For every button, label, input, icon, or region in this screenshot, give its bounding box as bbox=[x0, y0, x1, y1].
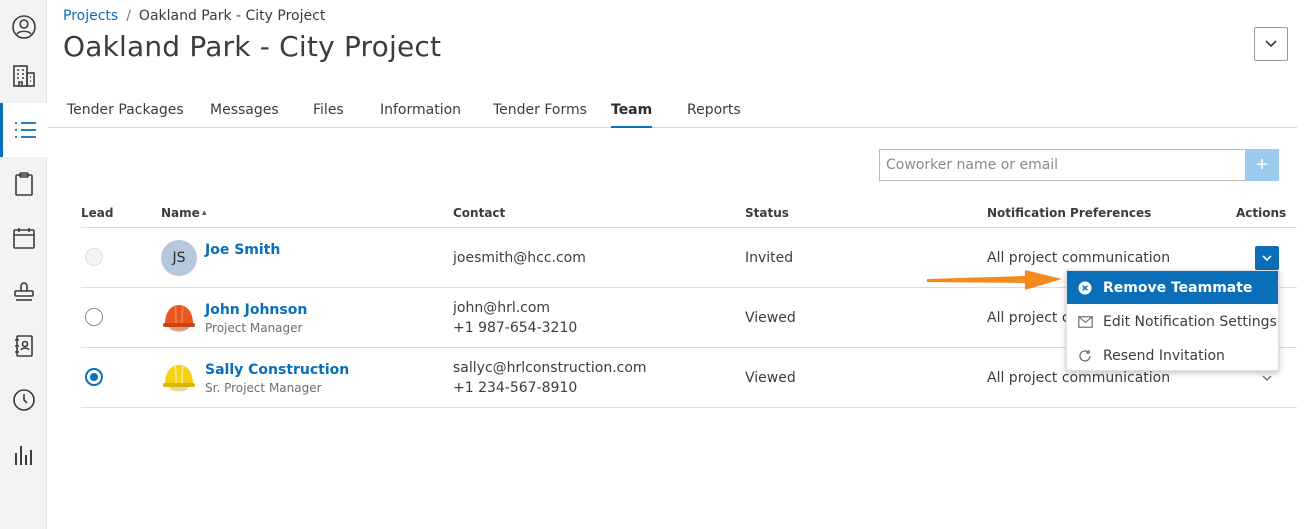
user-circle-icon bbox=[11, 15, 36, 39]
notification-preference: All project c bbox=[987, 310, 1070, 326]
column-header-lead: Lead bbox=[81, 206, 114, 220]
column-header-notifications: Notification Preferences bbox=[987, 206, 1152, 220]
tab-messages[interactable]: Messages bbox=[210, 102, 279, 128]
menu-item-label: Remove Teammate bbox=[1103, 279, 1253, 296]
breadcrumb-current: Oakland Park - City Project bbox=[138, 8, 326, 24]
sort-ascending-icon[interactable]: ▴ bbox=[202, 208, 207, 218]
tab-team[interactable]: Team bbox=[611, 102, 653, 128]
contact-email: sallyc@hrlconstruction.com bbox=[453, 360, 647, 376]
teammate-name-link[interactable]: Sally Construction bbox=[205, 362, 349, 378]
sidebar-item-projects[interactable] bbox=[0, 103, 47, 157]
column-header-contact: Contact bbox=[453, 206, 506, 220]
tab-reports[interactable]: Reports bbox=[687, 102, 741, 128]
stamp-icon bbox=[13, 282, 34, 301]
edit-notification-settings-menu-item[interactable]: Edit Notification Settings bbox=[1067, 305, 1278, 338]
coworker-search-input[interactable] bbox=[879, 149, 1245, 181]
orange-hardhat-icon bbox=[161, 300, 197, 336]
resend-invitation-menu-item[interactable]: Resend Invitation bbox=[1067, 339, 1278, 372]
sidebar-item-companies[interactable] bbox=[0, 49, 47, 103]
teammate-name-link[interactable]: Joe Smith bbox=[205, 242, 280, 258]
row-actions-menu: Remove Teammate Edit Notification Settin… bbox=[1066, 270, 1279, 371]
sidebar-item-approvals[interactable] bbox=[0, 265, 47, 319]
menu-item-label: Resend Invitation bbox=[1103, 347, 1225, 364]
row-actions-button[interactable] bbox=[1255, 246, 1279, 270]
chevron-down-icon bbox=[1262, 255, 1272, 262]
calendar-icon bbox=[12, 228, 35, 249]
column-header-actions: Actions bbox=[1236, 206, 1287, 220]
lead-radio[interactable] bbox=[85, 368, 103, 386]
teammate-role: Sr. Project Manager bbox=[205, 381, 322, 395]
yellow-hardhat-icon bbox=[161, 360, 197, 396]
contact-email: john@hrl.com bbox=[453, 300, 551, 316]
table-divider bbox=[81, 407, 1297, 408]
tab-tender-packages[interactable]: Tender Packages bbox=[67, 102, 184, 128]
sidebar-item-tasks[interactable] bbox=[0, 157, 47, 211]
teammate-name-link[interactable]: John Johnson bbox=[205, 302, 307, 318]
sidebar-item-profile[interactable] bbox=[0, 0, 47, 54]
refresh-icon bbox=[1077, 348, 1093, 364]
building-icon bbox=[12, 65, 35, 87]
list-icon bbox=[15, 122, 36, 138]
status-text: Viewed bbox=[745, 310, 796, 326]
remove-circle-icon bbox=[1077, 280, 1093, 296]
table-divider bbox=[81, 227, 1297, 228]
bar-chart-icon bbox=[14, 446, 32, 465]
lead-radio[interactable] bbox=[85, 308, 103, 326]
project-tabs: Tender Packages Messages Files Informati… bbox=[48, 96, 1297, 128]
sidebar-item-calendar[interactable] bbox=[0, 211, 47, 265]
envelope-icon bbox=[1077, 314, 1093, 330]
sidebar bbox=[0, 0, 47, 529]
sidebar-item-directory[interactable] bbox=[0, 319, 47, 373]
breadcrumb: Projects / Oakland Park - City Project bbox=[63, 8, 325, 24]
remove-teammate-menu-item[interactable]: Remove Teammate bbox=[1067, 271, 1278, 304]
column-header-status: Status bbox=[745, 206, 789, 220]
tab-tender-forms[interactable]: Tender Forms bbox=[493, 102, 587, 128]
status-text: Viewed bbox=[745, 370, 796, 386]
page-title: Oakland Park - City Project bbox=[63, 30, 442, 63]
contact-phone: +1 987-654-3210 bbox=[453, 320, 578, 336]
contact-phone: +1 234-567-8910 bbox=[453, 380, 578, 396]
lead-radio bbox=[85, 248, 103, 266]
teammate-role: Project Manager bbox=[205, 321, 303, 335]
menu-item-label: Edit Notification Settings bbox=[1103, 313, 1277, 330]
breadcrumb-separator: / bbox=[126, 8, 131, 24]
clock-icon bbox=[12, 389, 35, 411]
breadcrumb-projects-link[interactable]: Projects bbox=[63, 8, 118, 24]
add-coworker-button[interactable]: + bbox=[1245, 149, 1279, 181]
avatar: JS bbox=[161, 240, 197, 276]
column-header-name[interactable]: Name bbox=[161, 206, 200, 220]
clipboard-icon bbox=[14, 172, 33, 196]
tab-information[interactable]: Information bbox=[380, 102, 461, 128]
notification-preference: All project communication bbox=[987, 370, 1171, 386]
tab-files[interactable]: Files bbox=[313, 102, 344, 128]
sidebar-item-analytics[interactable] bbox=[0, 427, 47, 481]
address-book-icon bbox=[14, 335, 33, 357]
chevron-down-icon bbox=[1265, 40, 1277, 48]
annotation-arrow-icon bbox=[927, 270, 1062, 290]
chevron-down-icon[interactable] bbox=[1260, 373, 1274, 383]
sidebar-item-history[interactable] bbox=[0, 373, 47, 427]
contact-email: joesmith@hcc.com bbox=[453, 250, 586, 266]
project-menu-dropdown[interactable] bbox=[1254, 27, 1288, 61]
status-text: Invited bbox=[745, 250, 794, 266]
